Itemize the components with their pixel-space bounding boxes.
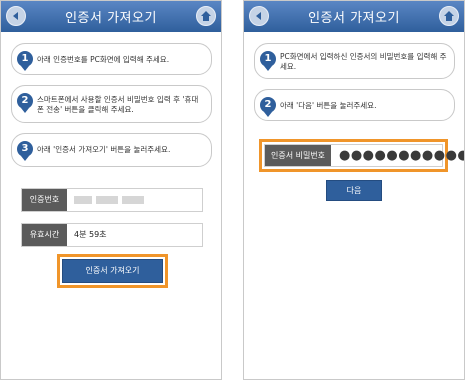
certificate-password-label: 인증서 비밀번호 [265, 145, 331, 166]
masked-digits [74, 196, 92, 204]
home-icon [444, 11, 454, 21]
step-1: 1 아래 인증번호를 PC화면에 입력해 주세요. [11, 43, 212, 75]
step-3: 3 아래 '인증서 가져오기' 버튼을 눌러주세요. [11, 133, 212, 167]
header-bar: 인증서 가져오기 [244, 1, 464, 32]
step-2: 2 아래 '다음' 버튼을 눌러주세요. [254, 89, 455, 121]
step-number-tail [21, 108, 29, 113]
step-number-tail [21, 66, 29, 71]
header-bar: 인증서 가져오기 [1, 1, 221, 32]
masked-digits [96, 196, 118, 204]
home-button[interactable] [439, 6, 459, 26]
validity-value: 4분 59초 [74, 230, 107, 239]
step-text: 스마트폰에서 사용할 인증서 비밀번호 입력 후 '휴대폰 전송' 버튼을 클릭… [37, 95, 199, 114]
certificate-password-value: ●●●●●●●●●●● [339, 148, 465, 163]
step-number: 1 [260, 51, 276, 67]
import-certificate-button[interactable]: 인증서 가져오기 [62, 259, 163, 283]
next-button[interactable]: 다음 [326, 180, 382, 201]
step-number: 2 [260, 97, 276, 113]
masked-digits [122, 196, 144, 204]
validity-field: 유효시간 4분 59초 [21, 223, 203, 247]
page-title: 인증서 가져오기 [308, 11, 400, 26]
step-number-tail [264, 112, 272, 117]
step-text: 아래 인증번호를 PC화면에 입력해 주세요. [37, 55, 170, 64]
left-phone-screen: 인증서 가져오기 1 아래 인증번호를 PC화면에 입력해 주세요. 2 스마트… [0, 0, 222, 380]
right-phone-screen: 인증서 가져오기 1 PC화면에서 입력하신 인증서의 비밀번호를 입력해 주세… [243, 0, 465, 380]
step-number: 2 [17, 93, 33, 109]
home-icon [201, 11, 211, 21]
auth-number-label: 인증번호 [22, 189, 67, 211]
step-number-tail [21, 156, 29, 161]
step-number: 3 [17, 141, 33, 157]
auth-number-field: 인증번호 [21, 188, 203, 212]
step-1: 1 PC화면에서 입력하신 인증서의 비밀번호를 입력해 주세요. [254, 43, 455, 79]
home-button[interactable] [196, 6, 216, 26]
step-number-tail [264, 66, 272, 71]
step-text: PC화면에서 입력하신 인증서의 비밀번호를 입력해 주세요. [280, 52, 447, 71]
page-title: 인증서 가져오기 [65, 11, 157, 26]
validity-label: 유효시간 [22, 224, 67, 246]
step-number: 1 [17, 51, 33, 67]
step-text: 아래 '다음' 버튼을 눌러주세요. [280, 101, 377, 110]
certificate-password-field[interactable]: 인증서 비밀번호 ●●●●●●●●●●● [264, 144, 464, 167]
step-2: 2 스마트폰에서 사용할 인증서 비밀번호 입력 후 '휴대폰 전송' 버튼을 … [11, 85, 212, 123]
step-text: 아래 '인증서 가져오기' 버튼을 눌러주세요. [37, 145, 171, 154]
